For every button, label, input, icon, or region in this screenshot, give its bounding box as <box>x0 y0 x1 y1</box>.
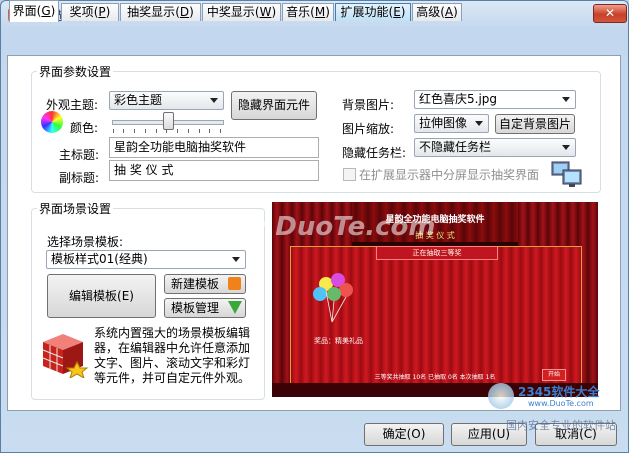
bg-image-select[interactable]: 红色喜庆5.jpg <box>414 90 576 109</box>
site-watermark: 2345软件大全 www.DuoTe.com 国内安全专业的软件站 <box>488 377 626 451</box>
manage-template-button[interactable]: 模板管理 <box>164 298 246 318</box>
chevron-down-icon <box>562 145 570 150</box>
tab-prizes[interactable]: 奖项(P) <box>61 3 119 21</box>
globe-icon <box>488 383 514 409</box>
hide-elements-button[interactable]: 隐藏界面元件 <box>231 91 317 120</box>
slider-ticks <box>113 129 221 133</box>
tab-extensions[interactable]: 扩展功能(E) <box>335 3 411 21</box>
main-title-label: 主标题: <box>59 148 100 162</box>
main-title-input[interactable]: 星韵全功能电脑抽奖软件 <box>109 137 319 158</box>
scene-title: 界面场景设置 <box>37 200 114 217</box>
taskbar-select[interactable]: 不隐藏任务栏 <box>414 138 576 157</box>
preview-banner: 正在抽取三等奖 <box>376 246 498 260</box>
template-select[interactable]: 模板样式01(经典) <box>46 250 246 269</box>
chevron-down-icon <box>562 97 570 102</box>
tab-music[interactable]: 音乐(M) <box>282 3 334 21</box>
color-slider-thumb[interactable] <box>163 112 174 130</box>
rss-icon <box>228 277 241 290</box>
scale-label: 图片缩放: <box>342 122 395 136</box>
theme-select[interactable]: 彩色主题 <box>109 91 224 110</box>
balloons-icon <box>313 273 353 323</box>
dual-monitor-icon <box>551 161 582 187</box>
duote-watermark: www.DuoTe.com <box>195 212 436 242</box>
ok-button[interactable]: 确定(O) <box>364 423 444 446</box>
chevron-down-icon <box>210 98 218 103</box>
sub-title-label: 副标题: <box>59 171 100 185</box>
preview-prize: 奖品：精美礼品 <box>314 337 363 345</box>
tab-advanced[interactable]: 高级(A) <box>412 3 462 21</box>
tab-interface[interactable]: 界面(G) <box>9 0 59 22</box>
cube-editor-icon <box>42 334 89 378</box>
scene-description: 系统内置强大的场景模板编辑器，在编辑器中允许任意添加文字、图片、滚动文字和彩灯等… <box>94 326 251 385</box>
tab-winner-display[interactable]: 中奖显示(W) <box>202 3 281 21</box>
new-template-button[interactable]: 新建模板 <box>164 274 246 294</box>
template-label: 选择场景模板: <box>47 235 124 249</box>
taskbar-label: 隐藏任务栏: <box>342 146 407 160</box>
color-wheel-icon[interactable] <box>41 111 63 133</box>
custom-bg-button[interactable]: 自定背景图片 <box>495 114 575 134</box>
edit-template-button[interactable]: 编辑模板(E) <box>47 274 156 318</box>
color-label: 颜色: <box>70 121 99 135</box>
close-button[interactable]: ✕ <box>593 4 627 23</box>
split-screen-checkbox[interactable] <box>343 168 356 181</box>
sub-title-input[interactable]: 抽 奖 仪 式 <box>109 160 319 181</box>
ui-params-title: 界面参数设置 <box>37 63 114 80</box>
tab-draw-display[interactable]: 抽奖显示(D) <box>120 3 201 21</box>
chevron-down-icon <box>232 257 240 262</box>
chevron-down-icon <box>475 121 483 126</box>
download-arrow-icon <box>228 301 242 314</box>
bg-image-label: 背景图片: <box>342 98 395 112</box>
scale-select[interactable]: 拉伸图像 <box>414 114 489 133</box>
split-screen-label: 在扩展显示器中分屏显示抽奖界面 <box>359 168 540 182</box>
